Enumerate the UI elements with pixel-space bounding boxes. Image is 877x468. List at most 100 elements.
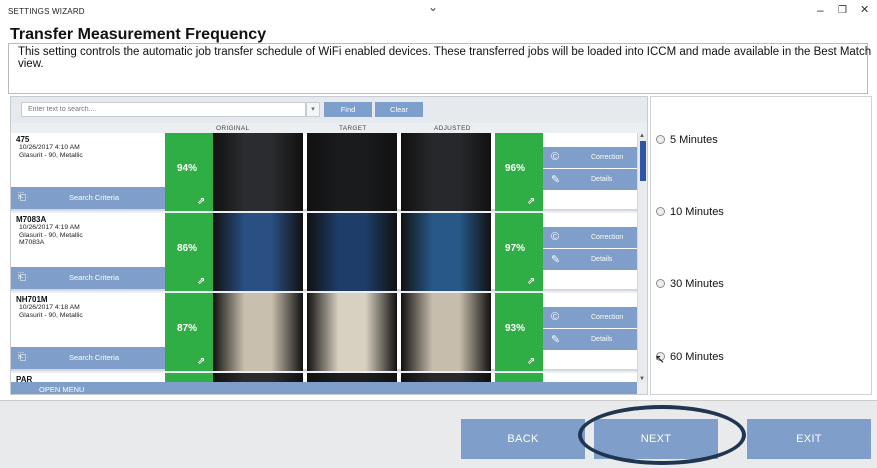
title-bar: SETTINGS WIZARD ⌄ – ❐ ✕ xyxy=(0,0,877,22)
next-button[interactable]: NEXT xyxy=(594,419,718,459)
job-list: 475 10/26/2017 4:10 AM Glasurit - 90, Met… xyxy=(11,133,637,382)
frequency-options-panel: 5 Minutes 10 Minutes 30 Minutes 60 Minut… xyxy=(650,96,872,395)
column-header-target: TARGET xyxy=(339,125,367,132)
details-button[interactable]: ✎ Details xyxy=(543,169,637,190)
option-5-minutes[interactable]: 5 Minutes xyxy=(656,134,718,146)
search-criteria-label: Search Criteria xyxy=(69,353,120,362)
page-description: This setting controls the automatic job … xyxy=(18,46,872,70)
search-criteria-label: Search Criteria xyxy=(69,273,120,282)
share-icon[interactable]: ⇗ xyxy=(197,276,205,287)
original-swatch xyxy=(213,373,303,382)
adjusted-match-cell: ⇗ xyxy=(495,373,543,382)
mouse-cursor-icon: ↖ xyxy=(655,352,666,366)
search-criteria-button[interactable]: ⎗ Search Criteria xyxy=(11,187,165,209)
original-match-percent: 94% xyxy=(177,163,198,174)
find-button[interactable]: Find xyxy=(324,102,372,117)
original-swatch xyxy=(213,133,303,211)
correction-label: Correction xyxy=(591,154,624,161)
app-title: SETTINGS WIZARD xyxy=(8,7,85,16)
original-match-cell: ⇗ xyxy=(165,373,213,382)
search-bar: ▾ Find Clear xyxy=(11,97,647,123)
search-criteria-label: Search Criteria xyxy=(69,193,120,202)
back-button[interactable]: BACK xyxy=(461,419,585,459)
share-icon[interactable]: ⇗ xyxy=(527,196,535,207)
edit-icon: ✎ xyxy=(551,334,561,346)
minimize-button[interactable]: – xyxy=(817,3,824,17)
open-menu-button[interactable]: OPEN MENU xyxy=(11,382,637,394)
job-info: 10/26/2017 4:18 AM Glasurit - 90, Metall… xyxy=(19,304,83,319)
correction-button[interactable]: © Correction xyxy=(543,147,637,168)
job-name: NH701M xyxy=(16,295,48,304)
option-label: 5 Minutes xyxy=(670,134,718,146)
job-name: 475 xyxy=(16,135,30,144)
option-30-minutes[interactable]: 30 Minutes xyxy=(656,278,724,290)
adjusted-swatch xyxy=(401,373,491,382)
clear-button[interactable]: Clear xyxy=(375,102,423,117)
target-swatch xyxy=(307,293,397,371)
search-dropdown-button[interactable]: ▾ xyxy=(306,102,320,117)
correction-button[interactable]: © Correction xyxy=(543,227,637,248)
details-button[interactable]: ✎ Details xyxy=(543,249,637,270)
target-swatch xyxy=(307,373,397,382)
search-criteria-icon: ⎗ xyxy=(18,272,26,283)
search-criteria-button[interactable]: ⎗ Search Criteria xyxy=(11,267,165,289)
adjusted-swatch xyxy=(401,133,491,211)
adjusted-match-percent: 97% xyxy=(505,243,526,254)
radio-button[interactable] xyxy=(656,207,665,216)
adjusted-match-percent: 93% xyxy=(505,323,526,334)
close-button[interactable]: ✕ xyxy=(860,3,869,16)
option-10-minutes[interactable]: 10 Minutes xyxy=(656,206,724,218)
correction-icon: © xyxy=(551,311,560,323)
adjusted-swatch xyxy=(401,213,491,291)
option-label: 30 Minutes xyxy=(670,278,724,290)
option-60-minutes[interactable]: 60 Minutes xyxy=(656,351,724,363)
job-name: M7083A xyxy=(16,215,47,224)
search-criteria-icon: ⎗ xyxy=(18,192,26,203)
target-swatch xyxy=(307,133,397,211)
search-input[interactable] xyxy=(21,102,306,117)
edit-icon: ✎ xyxy=(551,174,561,186)
correction-label: Correction xyxy=(591,234,624,241)
details-label: Details xyxy=(591,256,613,263)
search-criteria-icon: ⎗ xyxy=(18,352,26,363)
share-icon[interactable]: ⇗ xyxy=(197,196,205,207)
radio-button[interactable] xyxy=(656,279,665,288)
list-scrollbar[interactable]: ▲ ▼ xyxy=(637,133,647,382)
scroll-down-icon[interactable]: ▼ xyxy=(639,376,645,382)
job-row[interactable]: NH701M 10/26/2017 4:18 AM Glasurit - 90, … xyxy=(11,293,637,371)
details-label: Details xyxy=(591,336,613,343)
option-label: 10 Minutes xyxy=(670,206,724,218)
radio-button[interactable] xyxy=(656,135,665,144)
open-menu-label: OPEN MENU xyxy=(39,385,85,394)
job-info: 10/26/2017 4:10 AM Glasurit - 90, Metall… xyxy=(19,144,83,159)
original-swatch xyxy=(213,213,303,291)
original-match-percent: 86% xyxy=(177,243,198,254)
scroll-thumb[interactable] xyxy=(640,141,646,181)
restore-button[interactable]: ❐ xyxy=(838,5,847,16)
correction-button[interactable]: © Correction xyxy=(543,307,637,328)
adjusted-swatch xyxy=(401,293,491,371)
details-button[interactable]: ✎ Details xyxy=(543,329,637,350)
original-match-cell: 87% ⇗ xyxy=(165,293,213,371)
details-label: Details xyxy=(591,176,613,183)
share-icon[interactable]: ⇗ xyxy=(527,276,535,287)
original-match-cell: 94% ⇗ xyxy=(165,133,213,211)
correction-icon: © xyxy=(551,231,560,243)
correction-icon: © xyxy=(551,151,560,163)
share-icon[interactable]: ⇗ xyxy=(197,356,205,367)
option-label: 60 Minutes xyxy=(670,351,724,363)
search-criteria-button[interactable]: ⎗ Search Criteria xyxy=(11,347,165,369)
share-icon[interactable]: ⇗ xyxy=(527,356,535,367)
target-swatch xyxy=(307,213,397,291)
job-row[interactable]: M7083A 10/26/2017 4:19 AM Glasurit - 90, … xyxy=(11,213,637,291)
scroll-up-icon[interactable]: ▲ xyxy=(639,133,645,139)
drag-handle-icon[interactable]: ⌄ xyxy=(428,0,438,14)
job-row[interactable]: PAR ⇗ ⇗ xyxy=(11,373,637,382)
original-match-cell: 86% ⇗ xyxy=(165,213,213,291)
edit-icon: ✎ xyxy=(551,254,561,266)
exit-button[interactable]: EXIT xyxy=(747,419,871,459)
column-header-adjusted: ADJUSTED xyxy=(434,125,471,132)
job-row[interactable]: 475 10/26/2017 4:10 AM Glasurit - 90, Met… xyxy=(11,133,637,211)
job-list-panel: ▾ Find Clear ORIGINAL TARGET ADJUSTED 47… xyxy=(10,96,648,395)
adjusted-match-percent: 96% xyxy=(505,163,526,174)
